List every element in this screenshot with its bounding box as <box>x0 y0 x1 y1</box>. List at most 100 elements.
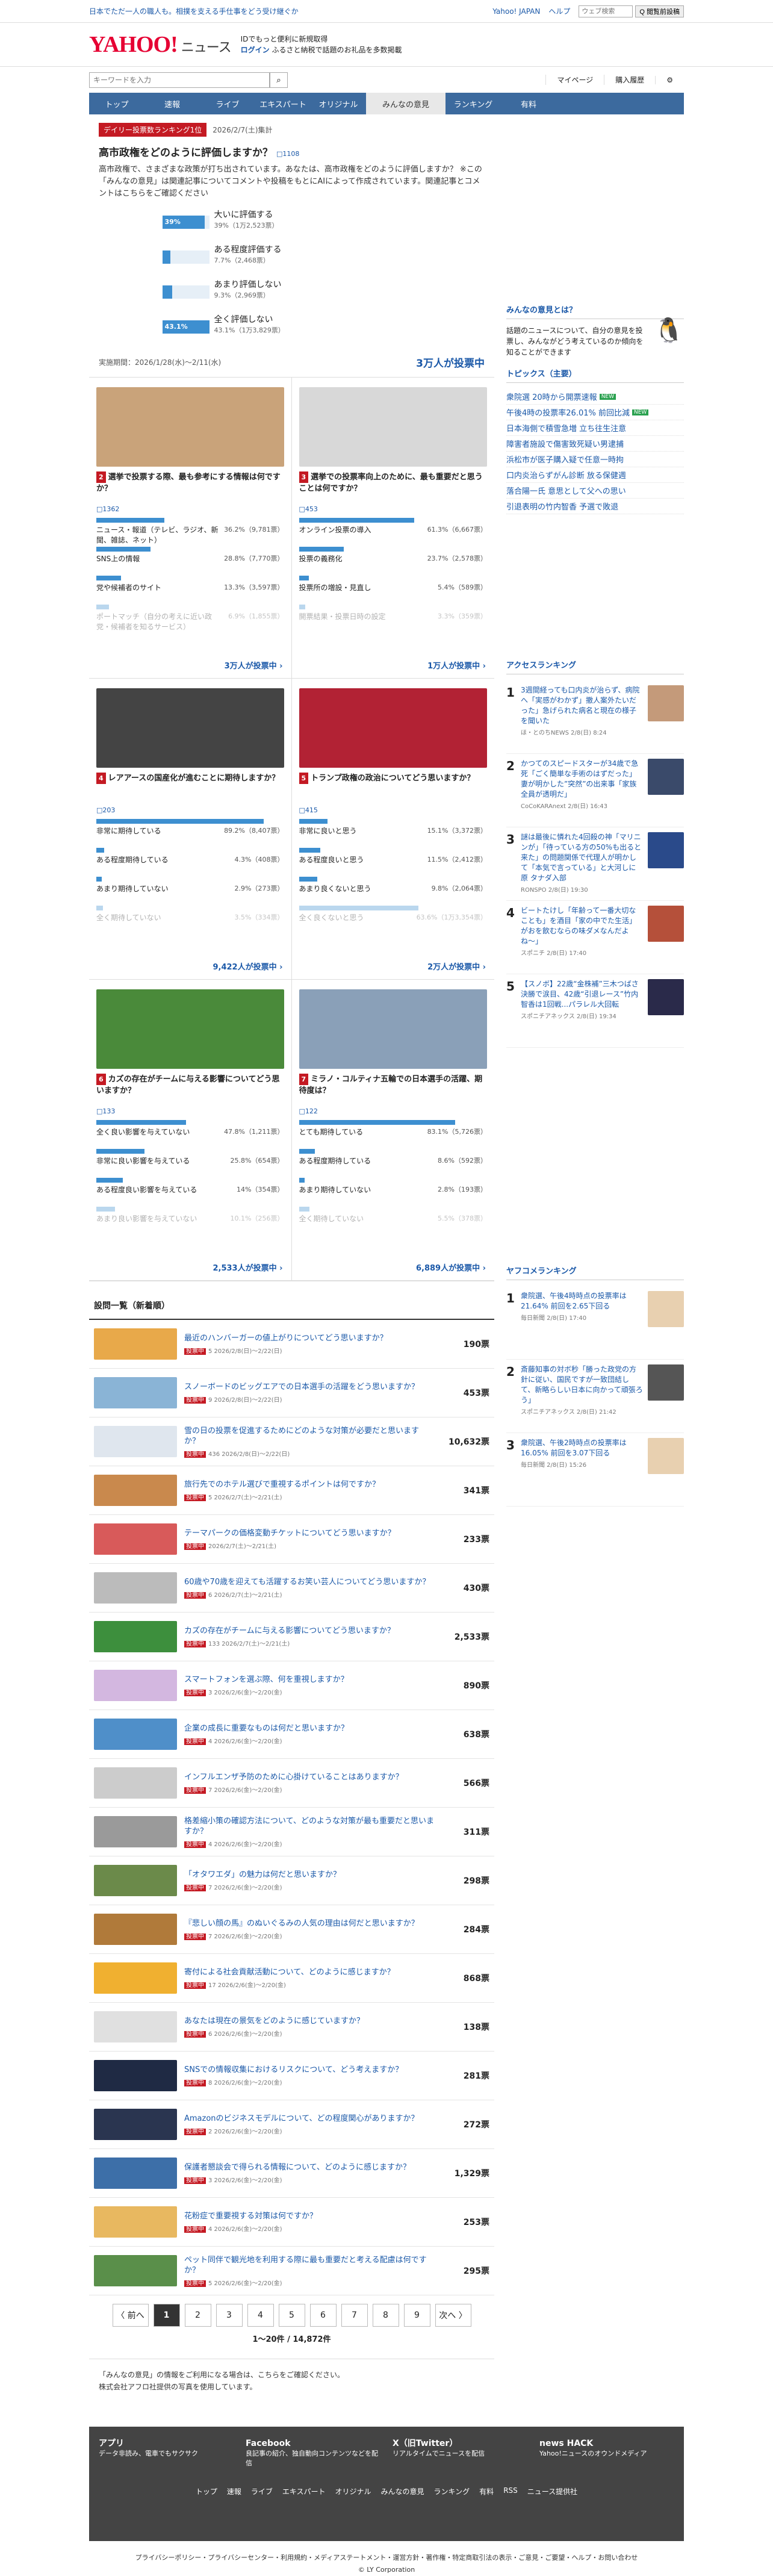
footer-nav-link[interactable]: オリジナル <box>335 2486 371 2497</box>
page-6-button[interactable]: 6 <box>309 2304 337 2327</box>
topic-item[interactable]: 日本海側で積雪急増 立ち往生注意 <box>506 420 684 436</box>
topic-item[interactable]: 衆院選 20時から開票速報 NEW <box>506 389 684 405</box>
poll-card[interactable]: 2 選挙で投票する際、最も参考にする情報は何ですか？ □1362 ニュース・報道（テレ… <box>89 378 292 679</box>
poll-option[interactable]: 非常に良いと思う 15.1%（3,372票） <box>299 819 487 848</box>
poll-option[interactable]: 全く期待していない 5.5%（378票） <box>299 1207 487 1236</box>
page-2-button[interactable]: 2 <box>184 2304 211 2327</box>
footer-nav-link[interactable]: 速報 <box>227 2486 241 2497</box>
gear-icon[interactable]: ⚙ <box>655 75 684 84</box>
nav-breaking[interactable]: 速報 <box>144 93 200 114</box>
poll-list-title[interactable]: 寄付による社会貢献活動について、どのように感じますか？ <box>184 1967 434 1977</box>
poll-option[interactable]: 全く良い影響を与えていない 47.8%（1,211票） <box>96 1120 284 1149</box>
note-usage[interactable]: 「みんなの意見」の情報をご利用になる場合は、こちらをご確認ください。 <box>99 2369 485 2381</box>
footer-nav-link[interactable]: みんなの意見 <box>381 2486 424 2497</box>
web-search-input[interactable] <box>579 5 633 17</box>
footer-nav-link[interactable]: ニュース提供社 <box>527 2486 577 2497</box>
next-page-button[interactable]: 次へ 〉 <box>435 2304 471 2327</box>
poll-list-item[interactable]: テーマパークの価格変動チケットについてどう思いますか？ 投票中 2026/2/7(土… <box>89 1515 494 1564</box>
poll-option[interactable]: ある程度期待している 4.3%（408票） <box>96 848 284 877</box>
poll-option[interactable]: ある程度期待している 8.6%（592票） <box>299 1149 487 1178</box>
poll-option[interactable]: 党や候補者のサイト 13.3%（3,597票） <box>96 576 284 605</box>
nav-top[interactable]: トップ <box>89 93 144 114</box>
poll-card[interactable]: 3 選挙での投票率向上のために、最も重要だと思うことは何ですか？ □453 オンライン… <box>291 378 494 679</box>
poll-list-item[interactable]: 花粉症で重要視する対策は何ですか？ 投票中 4 2026/2/6(金)〜2/20(金… <box>89 2198 494 2247</box>
poll-list-item[interactable]: ペット同伴で観光地を利用する際に最も重要だと考える配慮は何ですか？ 投票中 5 20… <box>89 2247 494 2295</box>
poll-option[interactable]: SNS上の情報 28.8%（7,770票） <box>96 547 284 576</box>
poll-option[interactable]: あまり良くないと思う 9.8%（2,064票） <box>299 877 487 906</box>
ranking-title[interactable]: 謎は最後に憐れた4回殺の神「マリニンが」「待っている方の50%も出ると来た」の問… <box>521 832 643 883</box>
poll-list-title[interactable]: 保護者懇談会で得られる情報について、どのように感じますか？ <box>184 2162 434 2173</box>
poll-list-title[interactable]: カズの存在がチームに与える影響についてどう思いますか？ <box>184 1626 434 1636</box>
poll-list-title[interactable]: テーマパークの価格変動チケットについてどう思いますか？ <box>184 1528 434 1538</box>
topic-item[interactable]: 浜松市が医子購入疑で任意一時拘 <box>506 452 684 467</box>
topic-item[interactable]: 口内炎治らずがん診断 放る保健週 <box>506 467 684 483</box>
poll-list-title[interactable]: 最近のハンバーガーの値上がりについてどう思いますか？ <box>184 1333 434 1343</box>
page-5-button[interactable]: 5 <box>278 2304 305 2327</box>
poll-option[interactable]: 全く期待していない 3.5%（334票） <box>96 906 284 935</box>
poll-list-item[interactable]: 保護者懇談会で得られる情報について、どのように感じますか？ 投票中 3 2026/2… <box>89 2149 494 2198</box>
topic-item[interactable]: 落合陽一氏 意思として父への思い <box>506 483 684 499</box>
poll-list-title[interactable]: ペット同伴で観光地を利用する際に最も重要だと考える配慮は何ですか？ <box>184 2255 434 2276</box>
poll-list-item[interactable]: 最近のハンバーガーの値上がりについてどう思いますか？ 投票中 5 2026/2/8(… <box>89 1320 494 1369</box>
nav-ranking[interactable]: ランキング <box>445 93 501 114</box>
ranking-item[interactable]: 1 3週間経っても口内炎が治らず、病院へ「実感がわかず」撤人案外たいだった」急げら… <box>506 680 684 754</box>
footer-nav-link[interactable]: 有料 <box>479 2486 494 2497</box>
ranking-title[interactable]: かつてのスピードスターが34歳で急死「ごく簡単な手術のはずだった」妻が明かした”… <box>521 759 643 800</box>
poll-list-title[interactable]: スマートフォンを選ぶ際、何を重視しますか？ <box>184 1675 434 1685</box>
poll-list-item[interactable]: 「オタワエダ」の魅力は何だと思いますか？ 投票中 7 2026/2/6(金)〜2/2… <box>89 1856 494 1905</box>
poll-list-title[interactable]: 花粉症で重要視する対策は何ですか？ <box>184 2211 434 2221</box>
ranking-title[interactable]: 斎藤知事の対ボ秒「勝った政党の方針に従い、国民ですが一致団結して、新略らしい日本… <box>521 1364 643 1405</box>
poll-list-title[interactable]: 格差縮小策の確認方法について、どのような対策が最も重要だと思いますか？ <box>184 1816 434 1837</box>
poll-card-question[interactable]: 4 レアアースの国産化が進むことに期待しますか？ <box>96 773 284 806</box>
poll-list-title[interactable]: 「オタワエダ」の魅力は何だと思いますか？ <box>184 1870 434 1880</box>
poll-card-question[interactable]: 6 カズの存在がチームに与える影響についてどう思いますか？ <box>96 1074 284 1107</box>
login-link[interactable]: ログイン <box>241 46 270 54</box>
featured-poll-title[interactable]: 高市政権をどのように評価しますか？ □1108 <box>99 144 485 159</box>
poll-list-item[interactable]: 『悲しい顔の馬』のぬいぐるみの人気の理由は何だと思いますか？ 投票中 7 2026/… <box>89 1905 494 1954</box>
featured-option[interactable]: 39% 大いに評価する 39%（1万2,523票） <box>162 207 421 242</box>
poll-list-item[interactable]: スノーボードのビッグエアでの日本選手の活躍をどう思いますか？ 投票中 9 2026/… <box>89 1369 494 1417</box>
poll-card[interactable]: 5 トランプ政権の政治についてどう思いますか？ □415 非常に良いと思う 15.1%（… <box>291 679 494 980</box>
web-search-button[interactable]: Q 閲覧前設稿 <box>635 5 684 17</box>
ranking-item[interactable]: 2 かつてのスピードスターが34歳で急死「ごく簡単な手術のはずだった」妻が明かした… <box>506 754 684 827</box>
furusato-link[interactable]: ふるさと納税で話題のお礼品を多数掲載 <box>272 46 402 54</box>
footer-item[interactable]: アプリ データ非読み、電車でもサクサク <box>99 2439 234 2468</box>
featured-option[interactable]: あまり評価しない 9.3%（2,969票） <box>162 277 421 312</box>
ranking-title[interactable]: 【スノボ】22歳“金株補”三木つばさ決勝で涙目、42歳“引退レース”竹内智香は1… <box>521 979 643 1010</box>
poll-option[interactable]: 開票結果・投票日時の設定 3.3%（359票） <box>299 605 487 633</box>
poll-total-link[interactable]: 3万人が投票中 › <box>225 659 283 671</box>
page-7-button[interactable]: 7 <box>341 2304 368 2327</box>
ranking-title[interactable]: ビートたけし「年齢って一番大切なことも」を酒目「家の中でた生活」がおを飲むならの… <box>521 906 643 947</box>
poll-card[interactable]: 7 ミラノ・コルティナ五輪での日本選手の活躍、期待度は？ □122 とても期待している… <box>291 980 494 1281</box>
yahoo-japan-link[interactable]: Yahoo! JAPAN <box>492 7 540 16</box>
help-link[interactable]: ヘルプ <box>548 6 570 16</box>
page-8-button[interactable]: 8 <box>372 2304 399 2327</box>
footer-nav-link[interactable]: RSS <box>503 2486 518 2497</box>
poll-list-title[interactable]: 60歳や70歳を迎えても活躍するお笑い芸人についてどう思いますか？ <box>184 1577 434 1587</box>
page-1-button[interactable]: 1 <box>153 2304 180 2327</box>
page-9-button[interactable]: 9 <box>403 2304 430 2327</box>
poll-list-title[interactable]: 『悲しい顔の馬』のぬいぐるみの人気の理由は何だと思いますか？ <box>184 1918 434 1929</box>
poll-list-title[interactable]: 企業の成長に重要なものは何だと思いますか？ <box>184 1723 434 1734</box>
poll-option[interactable]: 投票所の増設・見直し 5.4%（589票） <box>299 576 487 605</box>
legal-links[interactable]: プライバシーポリシー・プライバシーセンター・利用規約・メディアステートメント・運… <box>0 2552 773 2564</box>
search-icon[interactable]: ⌕ <box>270 72 288 88</box>
keyword-search-input[interactable] <box>89 72 270 88</box>
poll-card-question[interactable]: 2 選挙で投票する際、最も参考にする情報は何ですか？ <box>96 471 284 505</box>
topic-item[interactable]: 引退表明の竹内智香 予選で敗退 <box>506 499 684 514</box>
footer-nav-link[interactable]: ライブ <box>251 2486 273 2497</box>
featured-option[interactable]: ある程度評価する 7.7%（2,468票） <box>162 242 421 277</box>
featured-option[interactable]: 43.1% 全く評価しない 43.1%（1万3,829票） <box>162 312 421 347</box>
yahoo-news-logo[interactable]: YAHOO! ニュース <box>89 31 232 58</box>
poll-list-title[interactable]: SNSでの情報収集におけるリスクについて、どう考えますか？ <box>184 2065 434 2075</box>
featured-total-link[interactable]: 3万人が投票中 <box>416 355 485 370</box>
poll-list-item[interactable]: 寄付による社会貢献活動について、どのように感じますか？ 投票中 17 2026/2/… <box>89 1954 494 2003</box>
ranking-title[interactable]: 衆院選、午後4時時点の投票率は21.64% 前回を2.65下回る <box>521 1291 643 1311</box>
poll-list-item[interactable]: スマートフォンを選ぶ際、何を重視しますか？ 投票中 3 2026/2/6(金)〜2/… <box>89 1661 494 1710</box>
poll-option[interactable]: 非常に良い影響を与えている 25.8%（654票） <box>96 1149 284 1178</box>
poll-list-item[interactable]: インフルエンザ予防のために心掛けていることはありますか？ 投票中 7 2026/2/… <box>89 1759 494 1808</box>
nav-opinions[interactable]: みんなの意見 <box>366 93 445 114</box>
poll-list-item[interactable]: あなたは現在の景気をどのように感じていますか？ 投票中 6 2026/2/6(金)〜… <box>89 2003 494 2052</box>
poll-list-item[interactable]: 60歳や70歳を迎えても活躍するお笑い芸人についてどう思いますか？ 投票中 6 20… <box>89 1564 494 1613</box>
poll-list-title[interactable]: Amazonのビジネスモデルについて、どの程度関心がありますか？ <box>184 2114 434 2124</box>
